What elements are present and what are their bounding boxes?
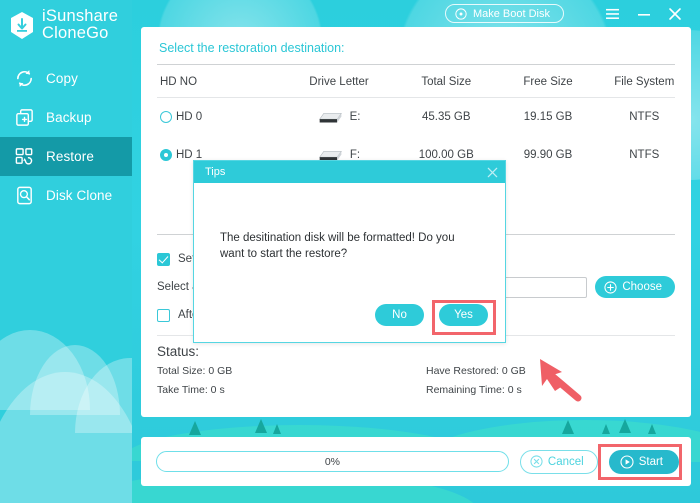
app-brand: iSunshare CloneGo <box>42 8 118 42</box>
table-header-row: HD NO Drive Letter Total Size Free Size … <box>141 65 691 98</box>
bottom-panel: 0% Cancel Start <box>141 437 691 486</box>
dialog-yes-button[interactable]: Yes <box>439 304 488 326</box>
cancel-label: Cancel <box>547 455 584 468</box>
minimize-icon <box>637 13 650 16</box>
status-total-size: Total Size: 0 GB <box>157 365 233 377</box>
cell-total-size: 45.35 GB <box>421 111 471 123</box>
progress-bar: 0% <box>156 451 509 472</box>
background-tree <box>602 424 610 434</box>
close-icon <box>668 7 681 20</box>
app-logo: iSunshare CloneGo <box>0 0 132 42</box>
sidebar-item-restore[interactable]: Restore <box>0 137 132 176</box>
cell-free-size: 19.15 GB <box>523 111 573 123</box>
choose-button[interactable]: Choose <box>595 276 675 298</box>
table-row[interactable]: HD 0 E: 45.35 GB 19.15 GB NTFS <box>141 98 691 136</box>
column-header-free-size: Free Size <box>523 76 573 88</box>
sidebar-item-label: Copy <box>46 71 78 86</box>
progress-label: 0% <box>324 455 341 468</box>
play-circle-icon <box>620 454 634 469</box>
dialog-titlebar: Tips <box>194 161 505 183</box>
dialog-title: Tips <box>205 166 226 178</box>
background-tree <box>189 421 201 435</box>
cancel-button[interactable]: Cancel <box>519 449 598 474</box>
dialog-message: The desitination disk will be formatted!… <box>220 232 455 260</box>
shield-download-icon <box>11 11 33 39</box>
section-title: Select the restoration destination: <box>159 41 345 55</box>
sidebar-item-label: Backup <box>46 110 92 125</box>
start-button[interactable]: Start <box>608 449 679 474</box>
choose-label: Choose <box>622 281 662 293</box>
disc-icon <box>455 7 467 20</box>
status-remaining-time: Remaining Time: 0 s <box>426 384 522 396</box>
start-label: Start <box>638 455 663 468</box>
after-restore-checkbox[interactable] <box>157 308 170 322</box>
status-have-restored: Have Restored: 0 GB <box>426 365 526 377</box>
background-tree <box>619 419 631 433</box>
sidebar-item-label: Disk Clone <box>46 188 113 203</box>
application-window: iSunshare CloneGo Copy Backup Restore Di… <box>0 0 700 503</box>
sidebar-nav: Copy Backup Restore Disk Clone <box>0 59 132 215</box>
column-header-file-system: File System <box>614 76 675 88</box>
titlebar: Make Boot Disk <box>132 0 700 27</box>
dialog-no-button[interactable]: No <box>375 304 424 326</box>
column-header-hd-no: HD NO <box>160 76 198 88</box>
sync-arrows-icon <box>17 70 32 87</box>
sidebar-item-label: Restore <box>46 149 94 164</box>
make-boot-disk-label: Make Boot Disk <box>472 7 550 20</box>
cell-free-size: 99.90 GB <box>523 149 573 161</box>
stacked-plus-icon <box>16 109 33 126</box>
background-tree <box>255 419 267 433</box>
close-icon <box>487 167 498 177</box>
status-heading: Status: <box>157 344 200 359</box>
menu-button[interactable] <box>597 1 628 27</box>
disk-search-icon <box>17 186 32 205</box>
disk-radio-hd1[interactable] <box>160 149 172 161</box>
tips-dialog: Tips The desitination disk will be forma… <box>193 160 506 343</box>
bottom-toolbar: 0% Cancel Start <box>141 437 691 486</box>
background-tree <box>273 424 281 434</box>
sidebar-item-backup[interactable]: Backup <box>0 98 132 137</box>
brand-line-1: iSunshare <box>42 7 119 25</box>
cancel-circle-icon <box>530 455 543 468</box>
cell-file-system: NTFS <box>629 149 660 161</box>
brand-line-2: CloneGo <box>42 24 109 42</box>
set-destination-checkbox[interactable] <box>157 252 170 266</box>
disk-radio-hd0[interactable] <box>160 111 172 123</box>
close-button[interactable] <box>659 1 690 27</box>
sidebar: iSunshare CloneGo Copy Backup Restore Di… <box>0 0 132 503</box>
sidebar-item-disk-clone[interactable]: Disk Clone <box>0 176 132 215</box>
plus-circle-icon <box>604 280 617 294</box>
hard-disk-icon <box>318 112 342 122</box>
background-tree <box>562 420 574 434</box>
status-grid: Total Size: 0 GB Have Restored: 0 GB Tak… <box>157 365 675 396</box>
status-section: Status: Total Size: 0 GB Have Restored: … <box>141 336 691 396</box>
sidebar-item-copy[interactable]: Copy <box>0 59 132 98</box>
cell-file-system: NTFS <box>629 111 660 123</box>
hamburger-menu-icon <box>606 8 619 19</box>
dialog-close-button[interactable] <box>486 166 499 179</box>
column-header-total-size: Total Size <box>421 76 472 88</box>
cell-hd-no: HD 0 <box>176 111 203 123</box>
minimize-button[interactable] <box>628 1 659 27</box>
column-header-drive-letter: Drive Letter <box>309 76 369 88</box>
dialog-actions: No Yes <box>375 304 488 326</box>
background-tree <box>648 424 656 434</box>
make-boot-disk-button[interactable]: Make Boot Disk <box>444 4 564 23</box>
status-take-time: Take Time: 0 s <box>157 384 225 396</box>
destination-disk-table: HD NO Drive Letter Total Size Free Size … <box>141 65 691 98</box>
blocks-restore-icon <box>15 148 33 165</box>
cell-drive-letter: E: <box>349 111 361 123</box>
